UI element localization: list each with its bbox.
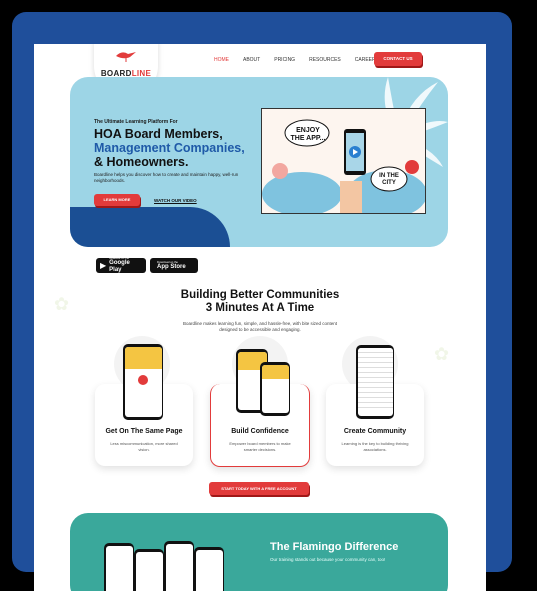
card-title: Get On The Same Page [105, 428, 183, 435]
video-illustration [262, 109, 425, 213]
start-free-account-button[interactable]: START TODAY WITH A FREE ACCOUNT [209, 482, 309, 495]
nav-home[interactable]: HOME [214, 56, 229, 64]
video-thumbnail[interactable]: ENJOY THE APP... IN THE CITY [261, 108, 426, 214]
card-text: Less miscommunication, more shared visio… [110, 441, 178, 452]
nav-pricing[interactable]: PRICING [274, 56, 295, 64]
contact-us-button[interactable]: CONTACT US [374, 52, 422, 66]
background-doodle-icon: ✿ [434, 344, 450, 364]
section-heading: Building Better Communities 3 Minutes At… [180, 289, 340, 314]
phone-mockup [356, 345, 394, 419]
webpage: ✿ ✿ BOARDLINE ACADEMY HOME ABOUT PRICING… [34, 44, 486, 591]
hero-banner: The Ultimate Learning Platform For HOA B… [70, 77, 448, 247]
hero-heading-line1: HOA Board Members, [94, 127, 223, 141]
flamingo-title: The Flamingo Difference [270, 541, 399, 553]
flamingo-difference-section: The Flamingo Difference Our training sta… [70, 513, 448, 591]
nav-resources[interactable]: RESOURCES [309, 56, 341, 64]
hero-wave-decoration [70, 207, 230, 247]
hero-heading-line3: & Homeowners. [94, 155, 189, 169]
card-text: Empower board members to make smarter de… [229, 441, 291, 452]
section-description: Boardline makes learning fun, simple, an… [182, 321, 338, 332]
app-store-badge[interactable]: Download on the App Store [150, 258, 198, 273]
learn-more-button[interactable]: LEARN MORE [94, 194, 140, 206]
phone-mockup [104, 543, 134, 591]
phone-mockup [260, 362, 290, 416]
hero-heading-line2: Management Companies, [94, 141, 245, 155]
phone-mockup [164, 541, 194, 591]
phone-mockup [123, 344, 163, 420]
google-play-icon: ▶ [100, 261, 107, 270]
video-bubble-text-2: IN THE CITY [379, 173, 399, 186]
phone-mockup [134, 549, 164, 591]
card-title: Build Confidence [231, 428, 289, 435]
hero-heading: HOA Board Members, Management Companies,… [94, 127, 254, 169]
card-title: Create Community [343, 428, 407, 435]
flamingo-subtitle: Our training stands out because your com… [270, 557, 386, 562]
flamingo-logo-icon [116, 52, 136, 62]
video-bubble-text: ENJOY THE APP... [290, 127, 326, 142]
card-text: Learning is the key to building thriving… [341, 441, 409, 452]
nav-about[interactable]: ABOUT [243, 56, 260, 64]
google-play-badge[interactable]: ▶ Available on the Google Play [96, 257, 146, 273]
main-nav: HOME ABOUT PRICING RESOURCES CAREERS [214, 56, 393, 64]
watch-video-link[interactable]: WATCH OUR VIDEO [154, 198, 197, 203]
hero-eyebrow: The Ultimate Learning Platform For [94, 119, 178, 125]
hero-description: Boardline helps you discover how to crea… [94, 172, 239, 183]
phone-mockup [194, 547, 224, 591]
